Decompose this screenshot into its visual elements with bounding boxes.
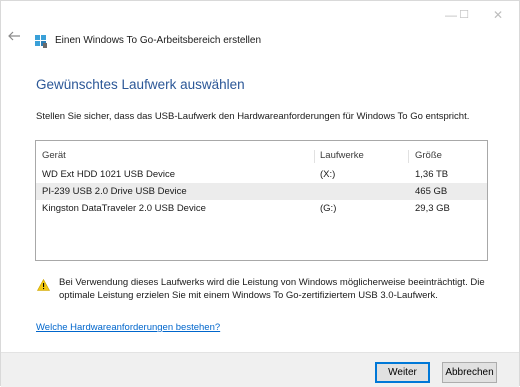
drive-size: 465 GB bbox=[415, 186, 448, 197]
drive-device-name: Kingston DataTraveler 2.0 USB Device bbox=[42, 203, 206, 214]
column-separator[interactable] bbox=[408, 150, 409, 163]
drive-size: 1,36 TB bbox=[415, 169, 449, 180]
next-button[interactable]: Weiter bbox=[375, 362, 430, 383]
column-header-device[interactable]: Gerät bbox=[42, 150, 66, 161]
page-heading: Gewünschtes Laufwerk auswählen bbox=[36, 77, 245, 92]
drive-list-header: Gerät Laufwerke Größe bbox=[36, 147, 487, 165]
drive-letter: (G:) bbox=[320, 203, 337, 214]
button-bar: Weiter Abbrechen bbox=[1, 352, 519, 387]
back-arrow-icon[interactable] bbox=[7, 29, 23, 45]
title-bar: — ☐ ✕ bbox=[1, 1, 519, 33]
windows-to-go-icon bbox=[34, 34, 48, 48]
drive-device-name: WD Ext HDD 1021 USB Device bbox=[42, 169, 176, 180]
drive-row-selected[interactable]: PI-239 USB 2.0 Drive USB Device 465 GB bbox=[36, 183, 487, 200]
drive-device-name: PI-239 USB 2.0 Drive USB Device bbox=[42, 186, 187, 197]
column-header-drive-letter[interactable]: Laufwerke bbox=[320, 150, 364, 161]
warning-icon bbox=[36, 278, 51, 296]
drive-list[interactable]: Gerät Laufwerke Größe WD Ext HDD 1021 US… bbox=[35, 140, 488, 261]
instruction-text: Stellen Sie sicher, dass das USB-Laufwer… bbox=[36, 111, 470, 122]
maximize-button[interactable]: ☐ bbox=[454, 8, 474, 21]
drive-size: 29,3 GB bbox=[415, 203, 450, 214]
column-separator[interactable] bbox=[314, 150, 315, 163]
drive-row[interactable]: WD Ext HDD 1021 USB Device (X:) 1,36 TB bbox=[36, 166, 487, 183]
close-button[interactable]: ✕ bbox=[488, 8, 508, 22]
drive-row[interactable]: Kingston DataTraveler 2.0 USB Device (G:… bbox=[36, 200, 487, 217]
hardware-requirements-link[interactable]: Welche Hardwareanforderungen bestehen? bbox=[36, 322, 220, 333]
cancel-button[interactable]: Abbrechen bbox=[442, 362, 497, 383]
wizard-window: — ☐ ✕ Einen Windows To Go-Arbeitsbereich… bbox=[0, 0, 520, 387]
drive-letter: (X:) bbox=[320, 169, 336, 180]
warning-text: Bei Verwendung dieses Laufwerks wird die… bbox=[59, 277, 485, 301]
column-header-size[interactable]: Größe bbox=[415, 150, 442, 161]
window-title: Einen Windows To Go-Arbeitsbereich erste… bbox=[55, 35, 262, 46]
